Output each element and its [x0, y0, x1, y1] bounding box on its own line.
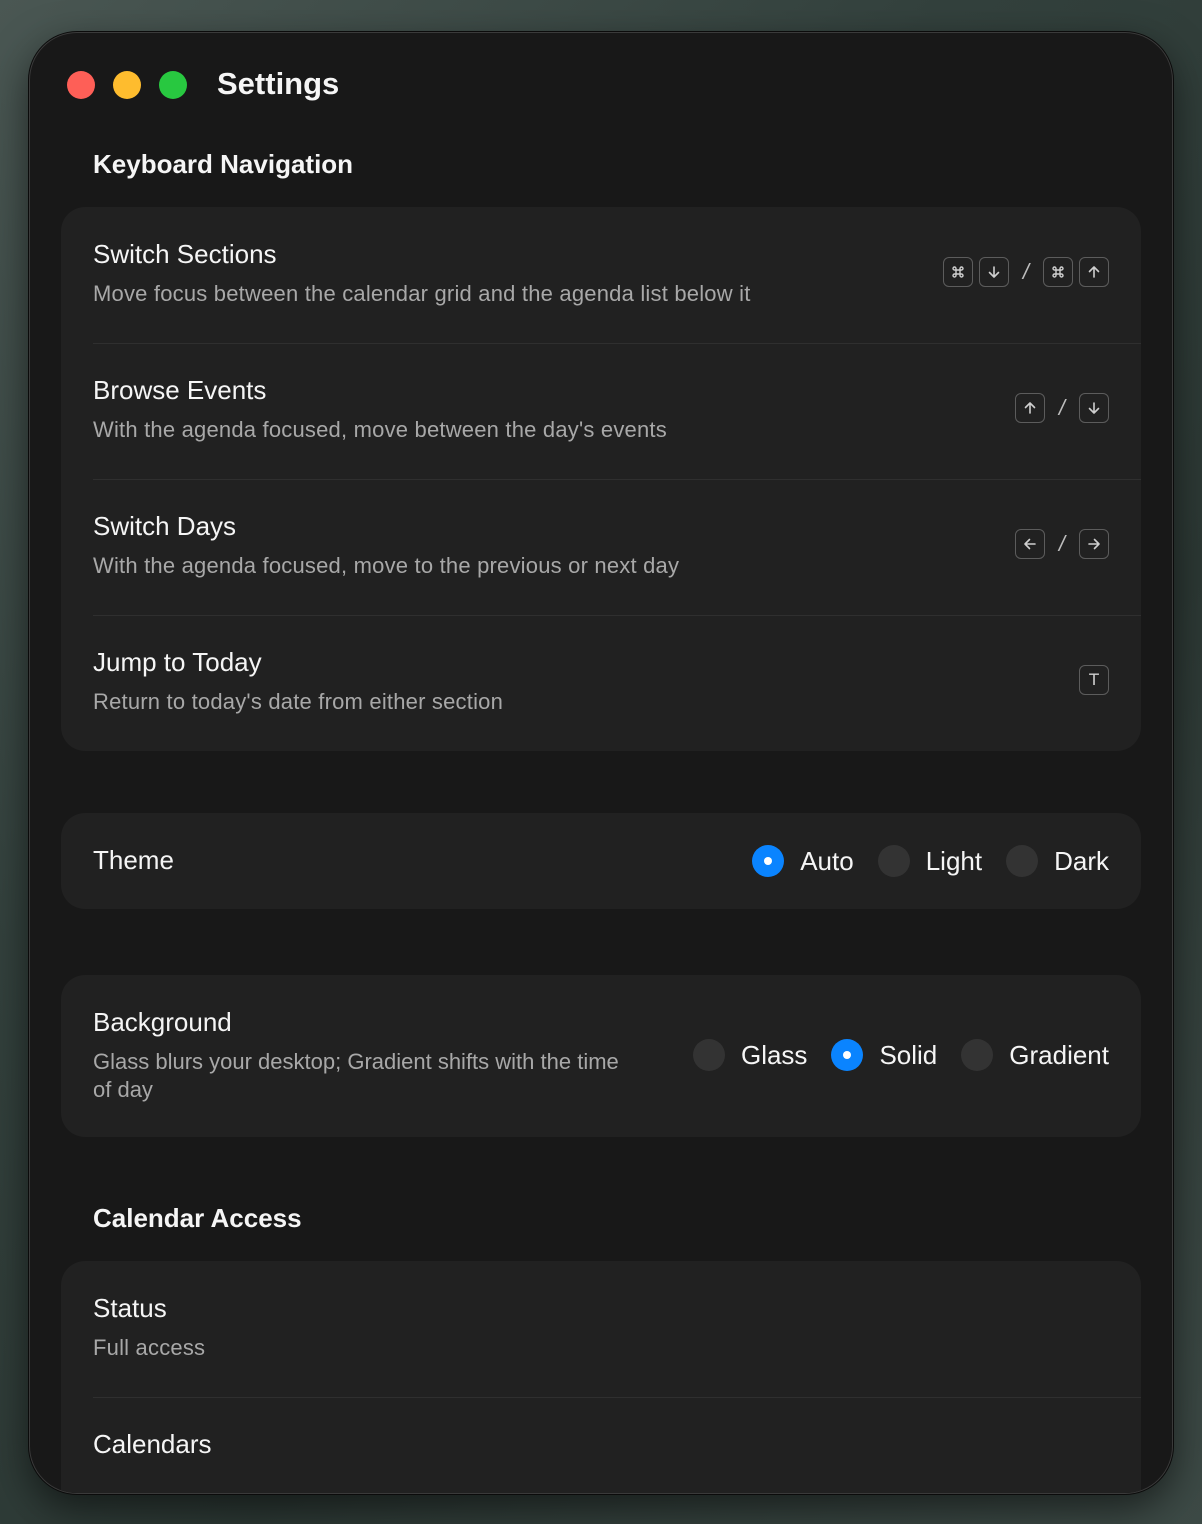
background-option-glass[interactable]: Glass: [692, 1039, 808, 1071]
status-row: Status Full access: [61, 1261, 1141, 1397]
option-label: Light: [925, 845, 983, 876]
arrow-left-icon: [1014, 529, 1045, 559]
shortcut-title: Switch Days: [93, 511, 237, 541]
command-icon: [942, 257, 973, 287]
background-description: Glass blurs your desktop; Gradient shift…: [93, 1049, 619, 1102]
arrow-right-icon: [1079, 529, 1109, 559]
title-bar[interactable]: Settings: [30, 33, 1172, 133]
shortcut-description: Move focus between the calendar grid and…: [93, 281, 751, 306]
background-option-solid[interactable]: Solid: [831, 1039, 937, 1071]
settings-window: Settings Keyboard Navigation Switch Sect…: [29, 32, 1173, 1494]
theme-option-light[interactable]: Light: [877, 845, 983, 877]
option-label: Gradient: [1009, 1039, 1109, 1070]
key-t-label: T: [1089, 670, 1099, 689]
arrow-down-icon: [1079, 393, 1109, 423]
shortcut-description: With the agenda focused, move between th…: [93, 417, 667, 442]
background-label: Background: [93, 1007, 232, 1037]
shortcut-separator: /: [1058, 395, 1065, 420]
zoom-window-button[interactable]: [159, 71, 187, 99]
radio-solid[interactable]: [831, 1039, 864, 1071]
theme-radio-group: Auto Light Dark: [752, 845, 1109, 877]
arrow-up-icon: [1014, 393, 1045, 423]
shortcut-row-switch-days: Switch Days With the agenda focused, mov…: [61, 479, 1141, 615]
option-label: Glass: [740, 1039, 808, 1070]
minimize-window-button[interactable]: [113, 71, 141, 99]
traffic-lights: [67, 71, 187, 99]
background-radio-group: Glass Solid Gradient: [692, 1039, 1109, 1071]
background-card: Background Glass blurs your desktop; Gra…: [61, 975, 1141, 1137]
shortcut-row-jump-to-today: Jump to Today Return to today's date fro…: [61, 615, 1141, 751]
shortcut-row-browse-events: Browse Events With the agenda focused, m…: [61, 343, 1141, 479]
theme-option-auto[interactable]: Auto: [752, 845, 854, 877]
shortcut-title: Jump to Today: [93, 647, 262, 677]
window-title: Settings: [217, 66, 340, 101]
radio-auto[interactable]: [752, 845, 785, 877]
status-label: Status: [93, 1293, 167, 1323]
shortcut-keys: /: [1014, 529, 1109, 559]
shortcut-separator: /: [1058, 531, 1065, 556]
theme-card: Theme Auto Light Dark: [61, 813, 1141, 909]
keyboard-navigation-card: Switch Sections Move focus between the c…: [61, 207, 1141, 751]
close-window-button[interactable]: [67, 71, 95, 99]
radio-glass[interactable]: [692, 1039, 725, 1071]
option-label: Dark: [1054, 845, 1109, 876]
shortcut-title: Switch Sections: [93, 239, 277, 269]
option-label: Solid: [879, 1039, 938, 1070]
calendar-access-card: Status Full access Calendars: [61, 1261, 1141, 1493]
radio-gradient[interactable]: [961, 1039, 994, 1071]
shortcut-title: Browse Events: [93, 375, 267, 405]
arrow-down-icon: [978, 257, 1009, 287]
arrow-up-icon: [1079, 257, 1109, 287]
shortcut-keys: /: [942, 257, 1109, 287]
shortcut-description: With the agenda focused, move to the pre…: [93, 553, 680, 578]
shortcut-keys: T: [1079, 665, 1109, 695]
status-value: Full access: [93, 1335, 206, 1360]
keyboard-navigation-heading: Keyboard Navigation: [93, 149, 354, 179]
shortcut-separator: /: [1022, 259, 1029, 284]
calendars-row[interactable]: Calendars: [61, 1397, 1141, 1493]
background-option-gradient[interactable]: Gradient: [961, 1039, 1109, 1071]
radio-dark[interactable]: [1006, 845, 1039, 877]
calendar-access-heading: Calendar Access: [93, 1203, 302, 1233]
shortcut-description: Return to today's date from either secti…: [93, 689, 504, 714]
shortcut-row-switch-sections: Switch Sections Move focus between the c…: [61, 207, 1141, 343]
option-label: Auto: [800, 845, 854, 876]
radio-light[interactable]: [877, 845, 910, 877]
theme-option-dark[interactable]: Dark: [1006, 845, 1109, 877]
calendars-label: Calendars: [93, 1429, 212, 1459]
key-t: T: [1079, 665, 1109, 695]
shortcut-keys: /: [1014, 393, 1109, 423]
command-icon: [1043, 257, 1073, 287]
theme-label: Theme: [93, 845, 174, 875]
